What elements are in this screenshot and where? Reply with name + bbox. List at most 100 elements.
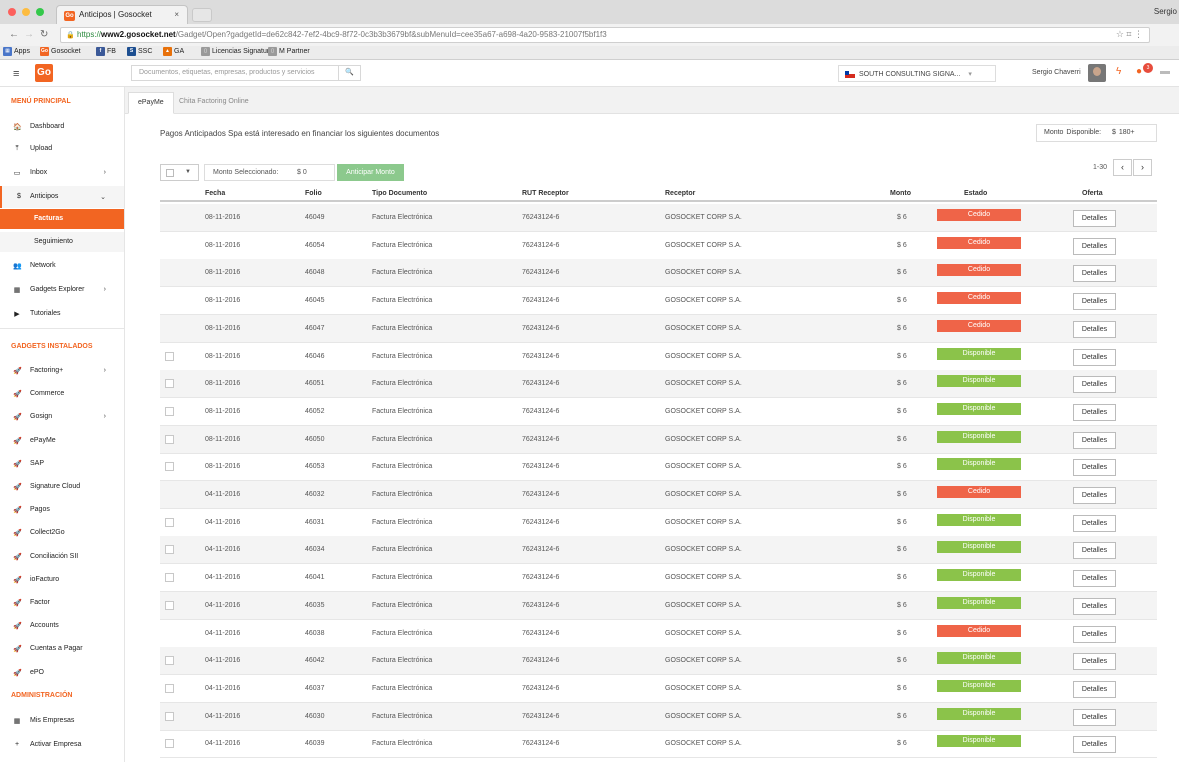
- detalles-button[interactable]: Detalles: [1073, 570, 1116, 588]
- hamburger-menu-icon[interactable]: ≡: [13, 68, 19, 80]
- bookmark-item[interactable]: ▦ Apps: [3, 47, 30, 56]
- anticipar-monto-button[interactable]: Anticipar Monto: [337, 164, 404, 181]
- detalles-button[interactable]: Detalles: [1073, 514, 1116, 532]
- detalles-button[interactable]: Detalles: [1073, 237, 1116, 255]
- sidebar-item[interactable]: 🚀 ePayMe: [0, 430, 124, 452]
- table-row[interactable]: 04-11-2016 46035 Factura Electrónica 762431…: [160, 591, 1157, 620]
- sidebar-item[interactable]: 🚀 Pagos: [0, 499, 124, 521]
- tab-chita-factoring[interactable]: Chita Factoring Online: [170, 92, 258, 114]
- table-row[interactable]: 08-11-2016 46052 Factura Electrónica 762431…: [160, 398, 1157, 426]
- table-row[interactable]: 04-11-2016 46031 Factura Electrónica 762431…: [160, 509, 1157, 537]
- sidebar-item[interactable]: ▭ Inbox ›: [0, 162, 124, 184]
- company-selector[interactable]: SOUTH CONSULTING SIGNA... ▾: [838, 65, 996, 82]
- gosocket-logo[interactable]: Go: [35, 64, 53, 82]
- sidebar-item[interactable]: 👥 Network: [0, 255, 124, 277]
- select-all-checkbox[interactable]: [166, 169, 174, 177]
- sidebar-subitem[interactable]: Facturas: [0, 209, 124, 229]
- bookmark-item[interactable]: S SSC: [127, 47, 152, 56]
- detalles-button[interactable]: Detalles: [1073, 653, 1116, 671]
- maximize-window-icon[interactable]: [36, 8, 44, 16]
- close-window-icon[interactable]: [8, 8, 16, 16]
- detalles-button[interactable]: Detalles: [1073, 320, 1116, 338]
- sidebar-item[interactable]: + Activar Empresa: [0, 734, 124, 756]
- forward-arrow-icon[interactable]: →: [24, 29, 34, 40]
- detalles-button[interactable]: Detalles: [1073, 431, 1116, 449]
- table-row[interactable]: 08-11-2016 46054 Factura Electrónica 762431…: [160, 232, 1157, 260]
- sidebar-item[interactable]: 🚀 Signature Cloud: [0, 476, 124, 498]
- sidebar-item[interactable]: ▦ Gadgets Explorer ›: [0, 279, 124, 301]
- sidebar-item[interactable]: 🚀 Collect2Go: [0, 522, 124, 544]
- sidebar-item[interactable]: 🚀 ioFacturo: [0, 569, 124, 591]
- detalles-button[interactable]: Detalles: [1073, 376, 1116, 394]
- detalles-button[interactable]: Detalles: [1073, 736, 1116, 754]
- reload-icon[interactable]: ↻: [40, 29, 48, 40]
- search-icon[interactable]: 🔍: [338, 65, 360, 81]
- detalles-button[interactable]: Detalles: [1073, 542, 1116, 560]
- sidebar-item[interactable]: 🚀 Gosign ›: [0, 406, 124, 428]
- row-checkbox[interactable]: [165, 517, 174, 527]
- detalles-button[interactable]: Detalles: [1073, 487, 1116, 504]
- close-tab-icon[interactable]: ×: [174, 10, 179, 19]
- user-name[interactable]: Sergio Chaverri: [1032, 69, 1081, 76]
- row-checkbox[interactable]: [165, 683, 174, 693]
- table-row[interactable]: 08-11-2016 46047 Factura Electrónica 762431…: [160, 314, 1157, 343]
- detalles-button[interactable]: Detalles: [1073, 210, 1116, 227]
- bookmark-star-icon[interactable]: ☆ ⌗ ⋮: [1116, 29, 1143, 40]
- bookmark-item[interactable]: ▯ Licencias Signature: [201, 47, 273, 56]
- table-row[interactable]: 04-11-2016 46038 Factura Electrónica 762431…: [160, 620, 1157, 648]
- sidebar-item[interactable]: 🚀 Conciliación SII: [0, 546, 124, 568]
- detalles-button[interactable]: Detalles: [1073, 597, 1116, 615]
- sidebar-item[interactable]: 🏠 Dashboard: [0, 116, 124, 138]
- table-row[interactable]: 08-11-2016 46045 Factura Electrónica 762431…: [160, 287, 1157, 316]
- row-checkbox[interactable]: [165, 351, 174, 361]
- url-bar[interactable]: 🔒 https://www2.gosocket.net/Gadget/Open?…: [60, 27, 1150, 43]
- row-checkbox[interactable]: [165, 711, 174, 721]
- bookmark-item[interactable]: Go Gosocket: [40, 47, 81, 56]
- table-row[interactable]: 08-11-2016 46050 Factura Electrónica 762431…: [160, 425, 1157, 454]
- row-checkbox[interactable]: [165, 462, 174, 472]
- caret-down-icon[interactable]: ▼: [185, 169, 191, 175]
- sidebar-subitem[interactable]: Seguimiento: [0, 232, 124, 252]
- sidebar-item[interactable]: ⤒ Upload: [0, 138, 124, 160]
- sidebar-item[interactable]: ▦ Mis Empresas: [0, 710, 124, 732]
- row-checkbox[interactable]: [165, 656, 174, 666]
- browser-profile-name[interactable]: Sergio: [1154, 7, 1177, 16]
- table-row[interactable]: 04-11-2016 46032 Factura Electrónica 762431…: [160, 481, 1157, 509]
- messages-icon[interactable]: ▬: [1160, 66, 1170, 77]
- detalles-button[interactable]: Detalles: [1073, 348, 1116, 366]
- prev-page-icon[interactable]: ‹: [1113, 159, 1132, 176]
- tab-epayme[interactable]: ePayMe: [128, 92, 174, 114]
- avatar[interactable]: [1088, 64, 1106, 82]
- search-input[interactable]: Documentos, etiquetas, empresas, product…: [131, 65, 361, 81]
- chat-bubble-icon[interactable]: ●: [1136, 66, 1142, 77]
- detalles-button[interactable]: Detalles: [1073, 708, 1116, 726]
- detalles-button[interactable]: Detalles: [1073, 459, 1116, 477]
- back-arrow-icon[interactable]: ←: [9, 29, 19, 40]
- detalles-button[interactable]: Detalles: [1073, 265, 1116, 283]
- detalles-button[interactable]: Detalles: [1073, 403, 1116, 421]
- table-row[interactable]: 08-11-2016 46053 Factura Electrónica 762431…: [160, 453, 1157, 482]
- sidebar-item[interactable]: 🚀 Commerce: [0, 383, 124, 405]
- new-tab-button[interactable]: [192, 8, 212, 22]
- table-row[interactable]: 08-11-2016 46049 Factura Electrónica 762431…: [160, 204, 1157, 232]
- minimize-window-icon[interactable]: [22, 8, 30, 16]
- table-row[interactable]: 04-11-2016 46037 Factura Electrónica 762431…: [160, 675, 1157, 703]
- table-row[interactable]: 04-11-2016 46039 Factura Electrónica 762431…: [160, 730, 1157, 759]
- table-row[interactable]: 04-11-2016 46042 Factura Electrónica 762431…: [160, 647, 1157, 676]
- sidebar-item[interactable]: 🚀 Factoring+ ›: [0, 360, 124, 382]
- detalles-button[interactable]: Detalles: [1073, 680, 1116, 698]
- sidebar-item[interactable]: 🚀 Factor: [0, 592, 124, 614]
- table-row[interactable]: 08-11-2016 46046 Factura Electrónica 762431…: [160, 343, 1157, 371]
- row-checkbox[interactable]: [165, 600, 174, 610]
- table-row[interactable]: 04-11-2016 46041 Factura Electrónica 762431…: [160, 564, 1157, 593]
- bookmark-item[interactable]: f FB: [96, 47, 116, 56]
- detalles-button[interactable]: Detalles: [1073, 293, 1116, 311]
- table-row[interactable]: 04-11-2016 46034 Factura Electrónica 762431…: [160, 536, 1157, 565]
- row-checkbox[interactable]: [165, 379, 174, 389]
- sidebar-item[interactable]: 🚀 SAP: [0, 453, 124, 475]
- table-row[interactable]: 04-11-2016 46030 Factura Electrónica 762431…: [160, 702, 1157, 731]
- row-checkbox[interactable]: [165, 545, 174, 555]
- row-checkbox[interactable]: [165, 434, 174, 444]
- table-row[interactable]: 08-11-2016 46051 Factura Electrónica 762431…: [160, 370, 1157, 399]
- row-checkbox[interactable]: [165, 739, 174, 749]
